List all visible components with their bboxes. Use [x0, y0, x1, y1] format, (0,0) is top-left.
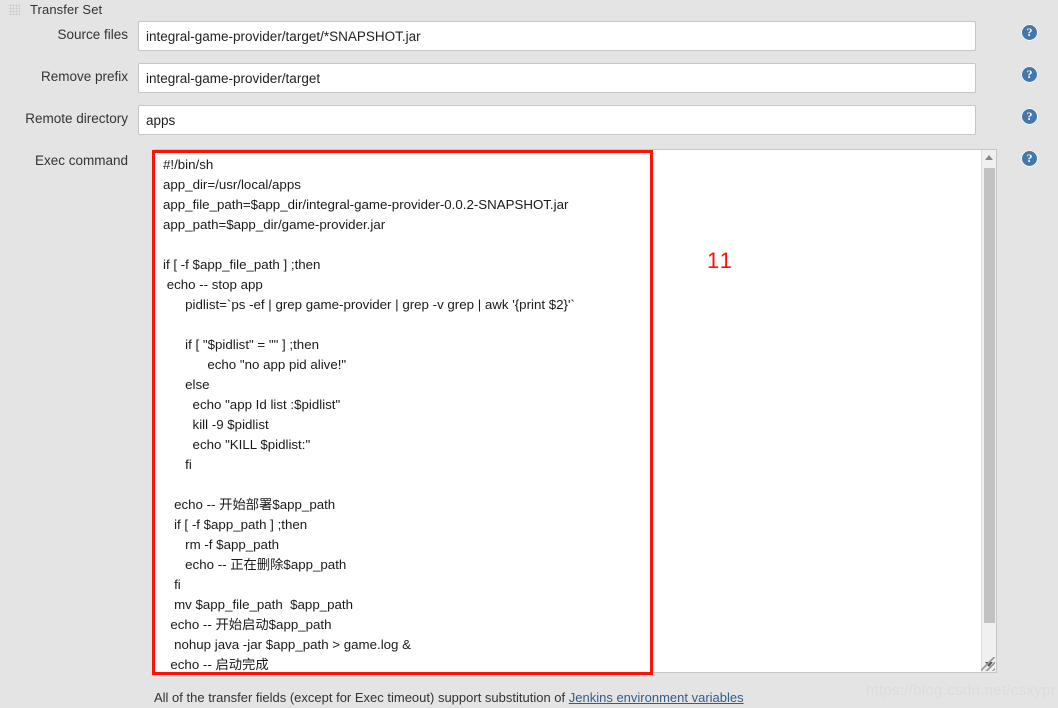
source-files-input[interactable]: [138, 21, 976, 51]
footer-note-text: All of the transfer fields (except for E…: [154, 690, 569, 705]
form-row-source-files: Source files: [0, 21, 1058, 51]
exec-command-scrollbar[interactable]: [981, 150, 996, 672]
chevron-up-icon[interactable]: [982, 150, 996, 165]
annotation-number: 11: [707, 248, 734, 273]
label-remove-prefix: Remove prefix: [40, 69, 128, 84]
field-wrap-remote-directory: [138, 105, 978, 135]
drag-grip-icon[interactable]: [9, 3, 20, 15]
watermark: https://blog.csdn.net/csxypr: [865, 682, 1056, 699]
exec-command-textarea-container: #!/bin/sh app_dir=/usr/local/apps app_fi…: [154, 149, 997, 673]
label-exec-command: Exec command: [34, 153, 128, 168]
label-remote-directory: Remote directory: [25, 111, 128, 126]
jenkins-environment-variables-link[interactable]: Jenkins environment variables: [569, 690, 744, 705]
resize-grip-icon[interactable]: [981, 657, 995, 671]
exec-command-textarea[interactable]: #!/bin/sh app_dir=/usr/local/apps app_fi…: [155, 150, 975, 672]
field-wrap-source-files: [138, 21, 978, 51]
transfer-set-header: Transfer Set: [0, 0, 1058, 18]
form-row-remove-prefix: Remove prefix: [0, 63, 1058, 93]
form-row-remote-directory: Remote directory: [0, 105, 1058, 135]
help-icon-remove-prefix[interactable]: ?: [1021, 66, 1038, 83]
field-wrap-remove-prefix: [138, 63, 978, 93]
help-icon-exec-command[interactable]: ?: [1021, 150, 1038, 167]
remove-prefix-input[interactable]: [138, 63, 976, 93]
scrollbar-thumb[interactable]: [984, 168, 995, 623]
panel-title: Transfer Set: [30, 1, 103, 17]
help-icon-source-files[interactable]: ?: [1021, 24, 1038, 41]
footer-note: All of the transfer fields (except for E…: [154, 690, 744, 705]
label-source-files: Source files: [57, 27, 128, 42]
remote-directory-input[interactable]: [138, 105, 976, 135]
help-icon-remote-directory[interactable]: ?: [1021, 108, 1038, 125]
